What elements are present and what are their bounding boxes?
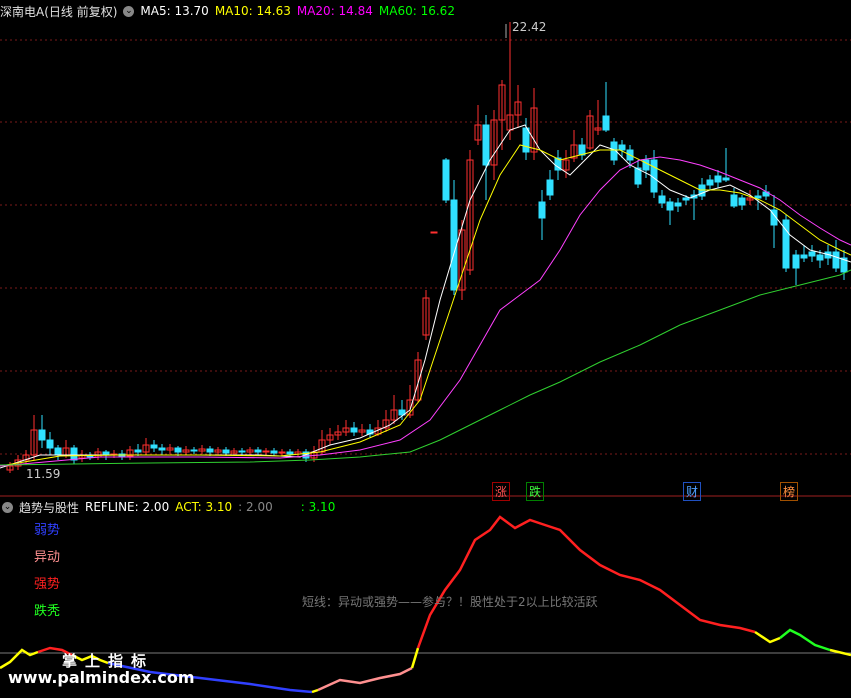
ma60-value: MA60: 16.62 (378, 4, 455, 18)
high-price-label: 22.42 (512, 20, 547, 34)
candle-body (754, 195, 762, 199)
refline-value: REFLINE: 2.00 (85, 500, 170, 514)
chevron-down-icon[interactable]: ⌄ (123, 5, 135, 17)
candle-body (730, 194, 738, 207)
candle-body (206, 448, 214, 453)
legend-weak: 弱势 (34, 523, 61, 538)
value-2: : 3.10 (300, 500, 336, 514)
price-chart-header: 深南电A(日线 前复权) ⌄ MA5: 13.70 MA10: 14.63 MA… (0, 1, 461, 21)
candle-body (832, 251, 840, 269)
indicator-segment (754, 630, 781, 644)
candle-body (442, 159, 450, 201)
indicator-note: 短线：异动或强势——参与？！股性处于2以上比较活跃 (302, 595, 598, 609)
candle-body (254, 449, 262, 453)
candle-body (602, 115, 610, 131)
candle-body (658, 195, 666, 204)
indicator-segment (410, 647, 420, 669)
candle-body (278, 451, 286, 454)
candle-body (70, 447, 78, 461)
legend-strong: 强势 (34, 577, 61, 592)
candle-body (792, 254, 800, 269)
value-1: : 2.00 (238, 500, 273, 514)
candle-body (190, 449, 198, 452)
candle-body (714, 175, 722, 183)
indicator-segment (311, 688, 319, 694)
ma10-value: MA10: 14.63 (214, 4, 291, 18)
candle-body (54, 447, 62, 456)
candle-body (722, 177, 730, 181)
indicator-header: ⌄ 趋势与股性 REFLINE: 2.00 ACT: 3.10 : 2.00 :… (0, 497, 341, 517)
candle-body (674, 202, 682, 207)
event-tag-finance[interactable]: 财 (683, 482, 702, 501)
candle-body (222, 449, 230, 454)
legend-drop: 跌秃 (34, 604, 61, 619)
chart-title: 深南电A(日线 前复权) (0, 4, 118, 19)
candlestick-series (6, 22, 848, 473)
candle-body (158, 447, 166, 451)
candle-body (174, 447, 182, 453)
indicator-title: 趋势与股性 (19, 500, 80, 515)
candle-body (430, 231, 438, 234)
event-tag-ranking[interactable]: 榜 (780, 482, 799, 501)
candle-body (270, 450, 278, 454)
ma20-value: MA20: 14.84 (296, 4, 373, 18)
candle-body (286, 451, 294, 455)
candle-body (134, 449, 142, 453)
candle-body (238, 450, 246, 453)
low-price-label: 11.59 (26, 467, 61, 481)
candle-body (816, 254, 824, 261)
candle-body (706, 179, 714, 186)
candle-body (546, 179, 554, 196)
candle-body (666, 201, 674, 211)
indicator-segment (317, 666, 413, 692)
act-value: ACT: 3.10 (175, 500, 233, 514)
candle-body (150, 444, 158, 449)
indicator-segment (779, 628, 831, 652)
candle-body (800, 254, 808, 259)
candle-body (350, 427, 358, 433)
candle-body (262, 450, 270, 453)
watermark-url: www.palmindex.com (8, 668, 195, 687)
event-tag-rise[interactable]: 涨 (492, 482, 511, 501)
candle-body (738, 197, 746, 206)
event-tag-fall[interactable]: 跌 (526, 482, 545, 501)
candle-body (38, 429, 46, 441)
candle-body (46, 439, 54, 449)
candle-body (808, 251, 816, 257)
candle-body (538, 201, 546, 219)
candle-body (682, 197, 690, 201)
indicator-segment (416, 515, 756, 649)
candle-body (618, 144, 626, 151)
candle-body (522, 127, 530, 153)
ma5-value: MA5: 13.70 (140, 4, 209, 18)
legend-abnormal: 异动 (34, 550, 61, 565)
chevron-down-icon[interactable]: ⌄ (2, 501, 13, 513)
candle-body (482, 124, 490, 166)
